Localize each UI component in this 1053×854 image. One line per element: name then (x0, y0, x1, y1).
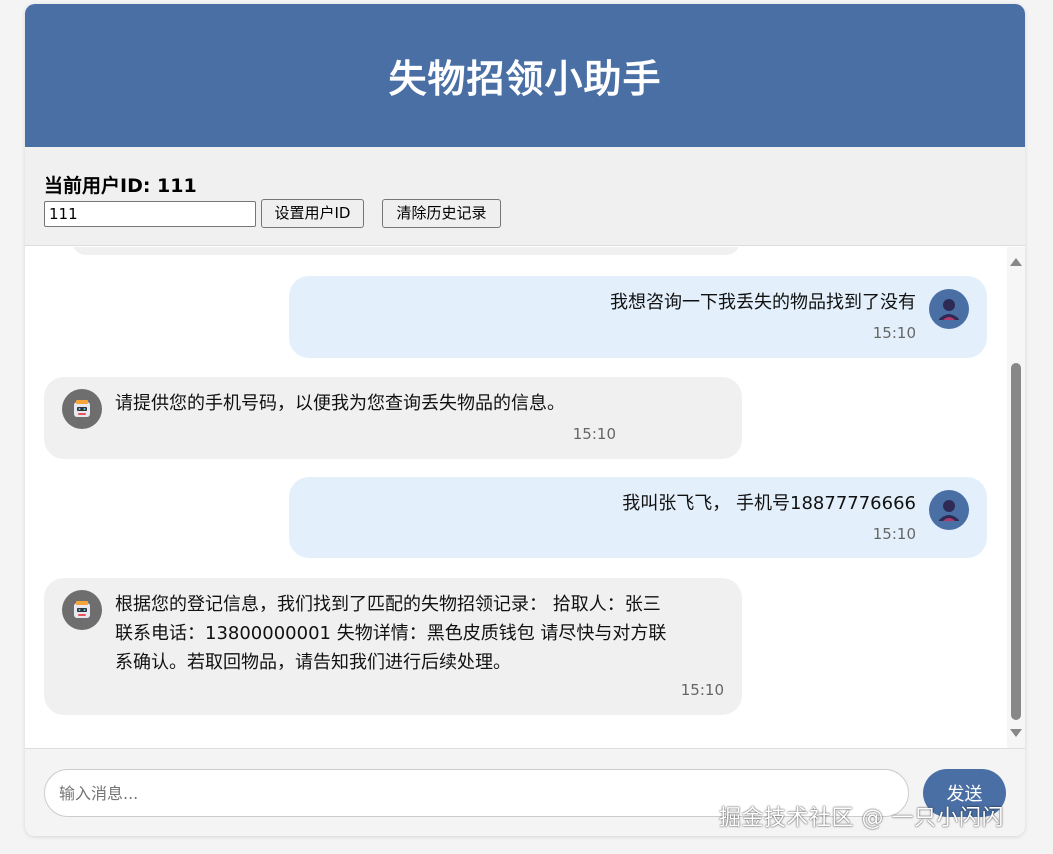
message-text: 我叫张飞飞， 手机号18877776666 (622, 493, 916, 514)
chat-scrollbar[interactable] (1007, 247, 1025, 748)
user-avatar-icon (929, 490, 969, 530)
bot-message-bubble: 根据您的登记信息，我们找到了匹配的失物招领记录： 拾取人：张三 联系电话：138… (44, 578, 742, 715)
previous-message-bubble (72, 247, 740, 255)
user-avatar-icon (929, 289, 969, 329)
user-id-input[interactable] (44, 201, 256, 227)
app-header: 失物招领小助手 (25, 4, 1025, 147)
watermark-text: 掘金技术社区 @ 一只小闪闪 (719, 806, 1004, 831)
clear-history-button[interactable]: 清除历史记录 (382, 199, 501, 228)
bot-avatar-icon (62, 389, 102, 429)
message-time: 15:10 (572, 425, 616, 443)
message-time: 15:10 (872, 525, 916, 543)
user-settings-bar: 当前用户ID: 111 设置用户ID 清除历史记录 (25, 147, 1025, 246)
set-user-id-button[interactable]: 设置用户ID (261, 199, 364, 228)
message-line: 根据您的登记信息，我们找到了匹配的失物招领记录： 拾取人：张三 (115, 594, 661, 615)
message-line: 联系电话：13800000001 失物详情：黑色皮质钱包 请尽快与对方联 (115, 623, 667, 644)
scroll-down-arrow-icon[interactable] (1010, 729, 1022, 737)
scrollbar-thumb[interactable] (1011, 363, 1021, 720)
bot-avatar-icon (62, 590, 102, 630)
user-message-bubble: 我想咨询一下我丢失的物品找到了没有 15:10 (289, 276, 987, 358)
message-time: 15:10 (680, 681, 724, 699)
message-text: 我想咨询一下我丢失的物品找到了没有 (610, 292, 916, 313)
chat-app-window: 失物招领小助手 当前用户ID: 111 设置用户ID 清除历史记录 我想咨询一下… (25, 4, 1025, 836)
bot-message-bubble: 请提供您的手机号码，以便我为您查询丢失物品的信息。 15:10 (44, 377, 742, 459)
current-user-id-label: 当前用户ID: 111 (44, 175, 197, 197)
user-message-bubble: 我叫张飞飞， 手机号18877776666 15:10 (289, 477, 987, 558)
message-text: 根据您的登记信息，我们找到了匹配的失物招领记录： 拾取人：张三 联系电话：138… (115, 590, 725, 677)
scroll-up-arrow-icon[interactable] (1010, 258, 1022, 266)
chat-messages-area[interactable]: 我想咨询一下我丢失的物品找到了没有 15:10 请提供您的手机号码，以便我为您查… (25, 247, 1025, 748)
message-line: 系确认。若取回物品，请告知我们进行后续处理。 (115, 652, 511, 673)
message-time: 15:10 (872, 324, 916, 342)
message-text: 请提供您的手机号码，以便我为您查询丢失物品的信息。 (115, 393, 565, 414)
app-title: 失物招领小助手 (388, 57, 662, 101)
